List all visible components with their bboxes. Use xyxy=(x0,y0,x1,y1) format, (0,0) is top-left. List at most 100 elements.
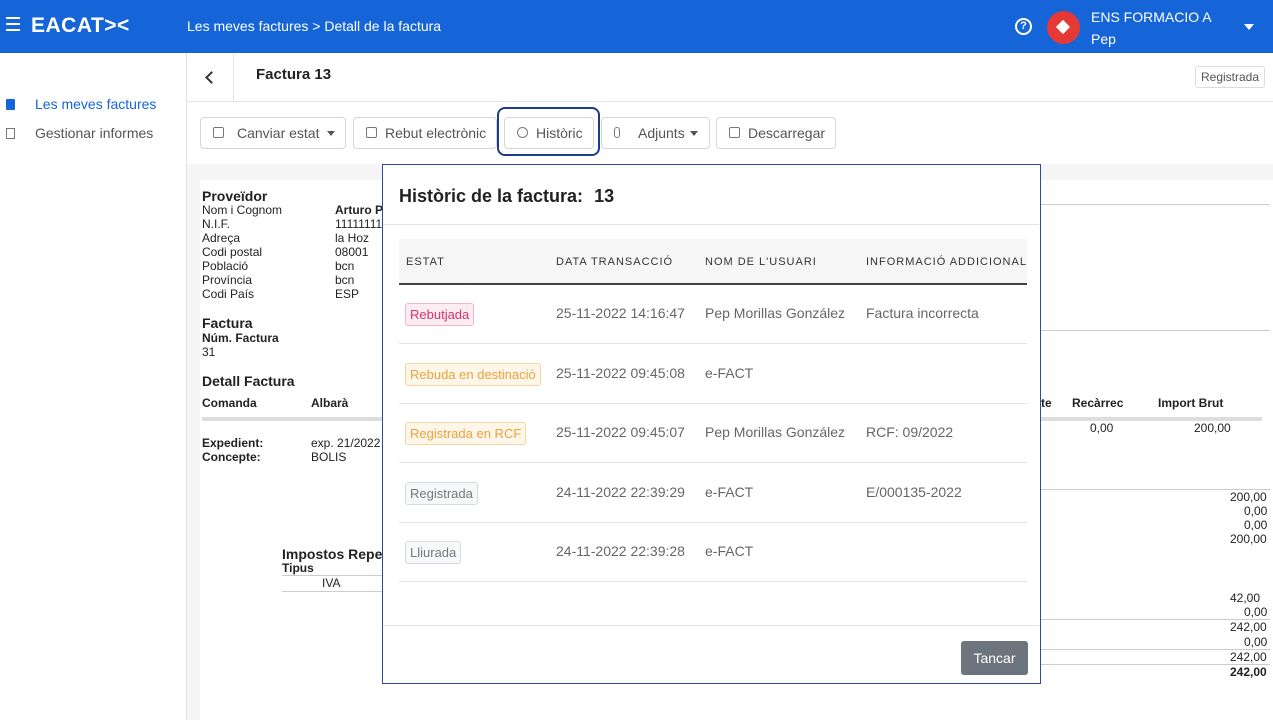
focus-ring xyxy=(497,107,600,156)
column-header[interactable]: INFORMACIÓ ADDICIONAL xyxy=(866,256,1027,268)
supplier-value: bcn xyxy=(335,259,355,273)
user-name: e-FACT xyxy=(705,543,754,559)
modal-invoice-number: 13 xyxy=(594,186,615,206)
app-logo[interactable]: EACAT>< xyxy=(31,14,130,38)
download-button[interactable]: Descarregar xyxy=(716,117,836,149)
column-header[interactable]: ESTAT xyxy=(406,256,445,268)
invoice-heading: Factura xyxy=(202,315,253,331)
status-badge: Registrada xyxy=(405,482,478,505)
attachments-button[interactable]: Adjunts xyxy=(601,117,710,149)
divider xyxy=(383,625,1039,626)
column-header[interactable]: DATA TRANSACCIÓ xyxy=(556,256,673,268)
status-badge: Rebuda en destinació xyxy=(405,363,541,386)
divider xyxy=(1040,204,1270,205)
supplier-label: Nom i Cognom xyxy=(202,203,283,217)
divider xyxy=(282,591,382,592)
user-name: Pep xyxy=(1091,31,1116,47)
divider xyxy=(187,101,1273,102)
col-gross: Import Brut xyxy=(1158,396,1224,410)
receipt-icon xyxy=(366,127,377,138)
column-header[interactable]: NOM DE L'USUARI xyxy=(705,256,817,268)
org-name: ENS FORMACIO A xyxy=(1091,9,1212,25)
grand-total: 242,00 xyxy=(1230,665,1267,679)
history-modal: Històric de la factura: 13 ESTAT DATA TR… xyxy=(382,164,1041,684)
status-badge: Registrada en RCF xyxy=(405,422,527,445)
transaction-date: 25-11-2022 09:45:07 xyxy=(556,424,685,440)
button-label: Rebut electrònic xyxy=(385,125,487,141)
download-icon xyxy=(729,127,740,138)
status-badge: Registrada xyxy=(1195,66,1265,88)
invoice-number-label: Núm. Factura xyxy=(202,331,279,345)
supplier-value: 08001 xyxy=(335,245,369,259)
electronic-receipt-button[interactable]: Rebut electrònic xyxy=(353,117,497,149)
back-button[interactable] xyxy=(187,53,234,101)
status-badge: Rebutjada xyxy=(405,303,475,326)
taxes-heading: Impostos Repe xyxy=(282,546,383,562)
supplier-value: bcn xyxy=(335,273,355,287)
col-surcharge: Recàrrec xyxy=(1072,396,1124,410)
taxes-type-value: IVA xyxy=(322,576,341,590)
supplier-label: Província xyxy=(202,273,253,287)
org-avatar[interactable] xyxy=(1047,11,1080,44)
additional-info: RCF: 09/2022 xyxy=(866,424,954,440)
breadcrumb: Les meves factures > Detall de la factur… xyxy=(187,18,442,34)
additional-info: E/000135-2022 xyxy=(866,484,962,500)
total-value: 0,00 xyxy=(1244,504,1268,518)
total-value: 42,00 xyxy=(1230,591,1261,605)
invoice-number: 31 xyxy=(202,345,216,359)
additional-info: Factura incorrecta xyxy=(866,305,979,321)
button-label: Adjunts xyxy=(638,125,685,141)
status-badge: Lliurada xyxy=(405,541,462,564)
expedient-label: Expedient: xyxy=(202,436,264,450)
taxes-type-label: Tipus xyxy=(282,561,314,575)
col-te: te xyxy=(1041,396,1052,410)
concept-label: Concepte: xyxy=(202,450,261,464)
table-row: Rebutjada 25-11-2022 14:16:47 Pep Morill… xyxy=(399,285,1027,344)
supplier-value: Arturo P xyxy=(335,203,383,217)
total-value: 0,00 xyxy=(1244,635,1268,649)
user-name: e-FACT xyxy=(705,365,754,381)
button-label: Descarregar xyxy=(748,125,826,141)
menu-icon[interactable] xyxy=(6,17,20,31)
table-row: Lliurada 24-11-2022 22:39:28 e-FACT xyxy=(399,523,1027,582)
sidebar-item-label: Les meves factures xyxy=(35,96,157,112)
divider xyxy=(1040,330,1270,331)
supplier-label: Codi postal xyxy=(202,245,263,259)
help-icon[interactable]: ? xyxy=(1015,18,1032,35)
concept-value: BOLIS xyxy=(311,450,347,464)
caret-down-icon xyxy=(327,131,335,136)
close-button[interactable]: Tancar xyxy=(961,641,1028,675)
change-status-button[interactable]: Canviar estat xyxy=(200,117,346,149)
paperclip-icon xyxy=(614,127,620,138)
transaction-date: 24-11-2022 22:39:29 xyxy=(556,484,685,500)
user-name: Pep Morillas González xyxy=(705,305,846,321)
user-name: e-FACT xyxy=(705,484,754,500)
document-icon xyxy=(6,99,15,110)
report-icon xyxy=(6,128,15,139)
sidebar: Les meves factures Gestionar informes xyxy=(0,53,187,720)
surcharge-value: 0,00 xyxy=(1090,421,1114,435)
supplier-label: Codi País xyxy=(202,287,255,301)
sidebar-item-label: Gestionar informes xyxy=(35,125,154,141)
col-order: Comanda xyxy=(202,396,257,410)
top-bar: EACAT>< Les meves factures > Detall de l… xyxy=(0,0,1273,53)
user-menu[interactable]: ENS FORMACIO A Pep xyxy=(1091,6,1212,50)
modal-title-text: Històric de la factura: xyxy=(399,186,584,206)
col-delivery: Albarà xyxy=(311,396,349,410)
table-row: Rebuda en destinació 25-11-2022 09:45:08… xyxy=(399,345,1027,404)
button-label: Canviar estat xyxy=(237,125,320,141)
page-title: Factura 13 xyxy=(256,66,332,83)
total-value: 242,00 xyxy=(1230,620,1267,634)
caret-down-icon xyxy=(690,131,698,136)
chevron-down-icon[interactable] xyxy=(1244,24,1254,30)
total-value: 242,00 xyxy=(1230,650,1267,664)
table-row: Registrada en RCF 25-11-2022 09:45:07 Pe… xyxy=(399,404,1027,463)
divider xyxy=(383,224,1039,225)
expedient-value: exp. 21/2022 xyxy=(311,436,381,450)
gross-value: 200,00 xyxy=(1194,421,1231,435)
transaction-date: 25-11-2022 09:45:08 xyxy=(556,365,685,381)
total-value: 200,00 xyxy=(1230,532,1267,546)
table-header: ESTAT DATA TRANSACCIÓ NOM DE L'USUARI IN… xyxy=(399,239,1027,285)
supplier-label: N.I.F. xyxy=(202,217,231,231)
user-name: Pep Morillas González xyxy=(705,424,846,440)
